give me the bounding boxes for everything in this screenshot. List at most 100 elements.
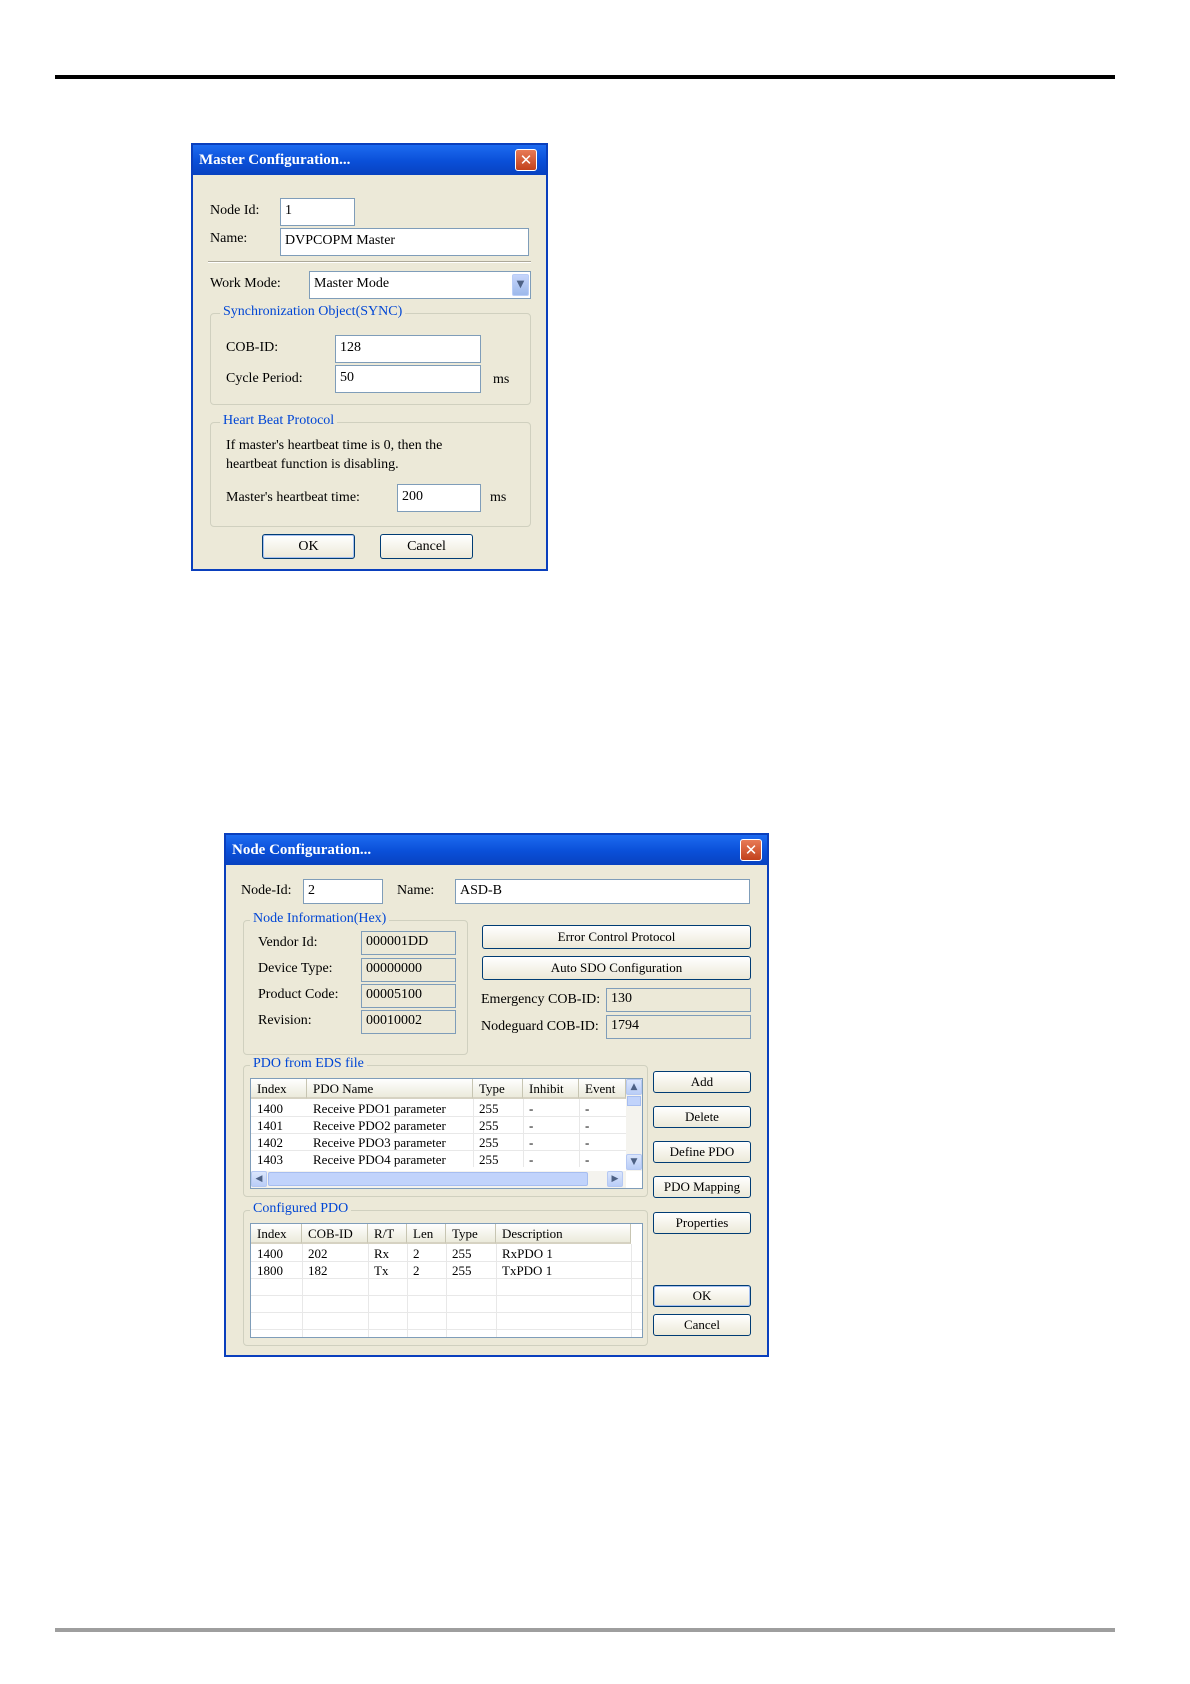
name-input[interactable]: DVPCOPM Master <box>280 228 529 256</box>
scroll-right-icon[interactable]: ▶ <box>607 1171 623 1187</box>
scroll-thumb[interactable] <box>268 1172 588 1186</box>
table-row[interactable]: 1403 Receive PDO4 parameter 255 - - <box>251 1151 626 1168</box>
table-cell: 1403 <box>257 1152 283 1167</box>
name-input[interactable]: ASD-B <box>455 879 750 904</box>
ok-button[interactable]: OK <box>262 534 355 559</box>
table-cell: 1800 <box>257 1263 283 1278</box>
heartbeat-time-input[interactable]: 200 <box>397 484 481 512</box>
horizontal-scrollbar[interactable]: ◀ ▶ <box>251 1171 626 1188</box>
work-mode-label: Work Mode: <box>210 276 281 291</box>
close-icon[interactable]: ✕ <box>740 839 762 861</box>
add-button[interactable]: Add <box>653 1071 751 1093</box>
column-header[interactable]: Description <box>496 1224 631 1244</box>
scroll-up-icon[interactable]: ▲ <box>626 1079 642 1095</box>
table-cell: - <box>529 1118 534 1133</box>
product-code-label: Product Code: <box>258 987 339 1002</box>
table-cell: Receive PDO2 parameter <box>313 1118 446 1133</box>
column-header[interactable]: Index <box>251 1224 302 1244</box>
table-cell: 1401 <box>257 1118 283 1133</box>
cob-id-input[interactable]: 128 <box>335 335 481 363</box>
vendor-id-field: 000001DD <box>361 931 456 955</box>
column-header[interactable]: COB-ID <box>302 1224 368 1244</box>
column-header[interactable]: PDO Name <box>307 1079 473 1099</box>
table-cell: 255 <box>452 1263 472 1278</box>
revision-label: Revision: <box>258 1013 312 1028</box>
table-cell: 1402 <box>257 1135 283 1150</box>
chevron-down-icon[interactable]: ▼ <box>512 274 529 296</box>
ok-button[interactable]: OK <box>653 1285 751 1307</box>
table-cell: 255 <box>479 1135 499 1150</box>
node-id-input[interactable]: 2 <box>303 879 383 904</box>
vertical-scrollbar[interactable]: ▲ ▼ <box>626 1079 642 1171</box>
scroll-left-icon[interactable]: ◀ <box>251 1171 267 1187</box>
device-type-field: 00000000 <box>361 958 456 982</box>
work-mode-value: Master Mode <box>314 276 390 291</box>
title-bar[interactable]: Master Configuration... ✕ <box>193 145 546 175</box>
column-header[interactable]: Type <box>473 1079 523 1099</box>
table-cell: 255 <box>479 1101 499 1116</box>
column-divider <box>631 1244 632 1337</box>
table-cell: Receive PDO1 parameter <box>313 1101 446 1116</box>
table-row[interactable]: 1402 Receive PDO3 parameter 255 - - <box>251 1134 626 1151</box>
pdo-eds-title: PDO from EDS file <box>250 1056 367 1072</box>
master-configuration-dialog: Master Configuration... ✕ Node Id: 1 Nam… <box>191 143 548 571</box>
cancel-button[interactable]: Cancel <box>653 1314 751 1336</box>
table-cell: - <box>585 1135 590 1150</box>
page-top-rule <box>55 75 1115 79</box>
node-configuration-dialog: Node Configuration... ✕ Node-Id: 2 Name:… <box>224 833 769 1357</box>
table-cell: 1400 <box>257 1246 283 1261</box>
cycle-unit-label: ms <box>493 372 510 387</box>
table-cell: Tx <box>374 1263 389 1278</box>
cancel-button[interactable]: Cancel <box>380 534 473 559</box>
heartbeat-time-label: Master's heartbeat time: <box>226 490 360 505</box>
device-type-label: Device Type: <box>258 961 333 976</box>
table-cell: 182 <box>308 1263 328 1278</box>
scroll-thumb[interactable] <box>627 1096 641 1106</box>
node-id-input[interactable]: 1 <box>280 198 355 226</box>
column-header[interactable]: Len <box>407 1224 446 1244</box>
column-header[interactable]: Inhibit <box>523 1079 579 1099</box>
table-row[interactable]: 1400 Receive PDO1 parameter 255 - - <box>251 1100 626 1117</box>
table-cell: 202 <box>308 1246 328 1261</box>
column-header[interactable]: Type <box>446 1224 496 1244</box>
configured-pdo-list[interactable]: Index COB-ID R/T Len Type Description 14… <box>250 1223 643 1338</box>
column-header[interactable]: R/T <box>368 1224 407 1244</box>
table-cell: - <box>529 1101 534 1116</box>
table-cell: RxPDO 1 <box>502 1246 553 1261</box>
pdo-mapping-button[interactable]: PDO Mapping <box>653 1176 751 1198</box>
cycle-period-input[interactable]: 50 <box>335 365 481 393</box>
column-header[interactable]: Index <box>251 1079 307 1099</box>
node-id-label: Node-Id: <box>241 883 292 898</box>
table-cell: 2 <box>413 1246 420 1261</box>
column-header[interactable]: Event <box>579 1079 626 1099</box>
pdo-eds-list[interactable]: Index PDO Name Type Inhibit Event 1400 R… <box>250 1078 643 1189</box>
page-bottom-rule <box>55 1628 1115 1632</box>
table-row[interactable]: 1800 182 Tx 2 255 TxPDO 1 <box>251 1262 631 1279</box>
delete-button[interactable]: Delete <box>653 1106 751 1128</box>
work-mode-select[interactable]: Master Mode ▼ <box>309 271 531 299</box>
emergency-cob-id-label: Emergency COB-ID: <box>481 992 601 1007</box>
scroll-down-icon[interactable]: ▼ <box>626 1154 642 1170</box>
separator <box>208 261 531 263</box>
table-cell: TxPDO 1 <box>502 1263 553 1278</box>
close-icon[interactable]: ✕ <box>515 149 537 171</box>
table-cell: Rx <box>374 1246 390 1261</box>
table-cell: 1400 <box>257 1101 283 1116</box>
heartbeat-note-line1: If master's heartbeat time is 0, then th… <box>226 438 443 453</box>
error-control-protocol-button[interactable]: Error Control Protocol <box>482 925 751 949</box>
title-bar[interactable]: Node Configuration... ✕ <box>226 835 767 865</box>
auto-sdo-configuration-button[interactable]: Auto SDO Configuration <box>482 956 751 980</box>
name-label: Name: <box>210 231 248 246</box>
properties-button[interactable]: Properties <box>653 1212 751 1234</box>
heartbeat-unit-label: ms <box>490 490 507 505</box>
table-row[interactable]: 1400 202 Rx 2 255 RxPDO 1 <box>251 1245 631 1262</box>
cob-id-label: COB-ID: <box>226 340 279 355</box>
table-cell: - <box>585 1152 590 1167</box>
revision-field: 00010002 <box>361 1010 456 1034</box>
cycle-period-label: Cycle Period: <box>226 371 303 386</box>
table-cell: 2 <box>413 1263 420 1278</box>
table-row[interactable]: 1401 Receive PDO2 parameter 255 - - <box>251 1117 626 1134</box>
dialog-title: Master Configuration... <box>199 152 351 168</box>
vendor-id-label: Vendor Id: <box>258 935 318 950</box>
define-pdo-button[interactable]: Define PDO <box>653 1141 751 1163</box>
